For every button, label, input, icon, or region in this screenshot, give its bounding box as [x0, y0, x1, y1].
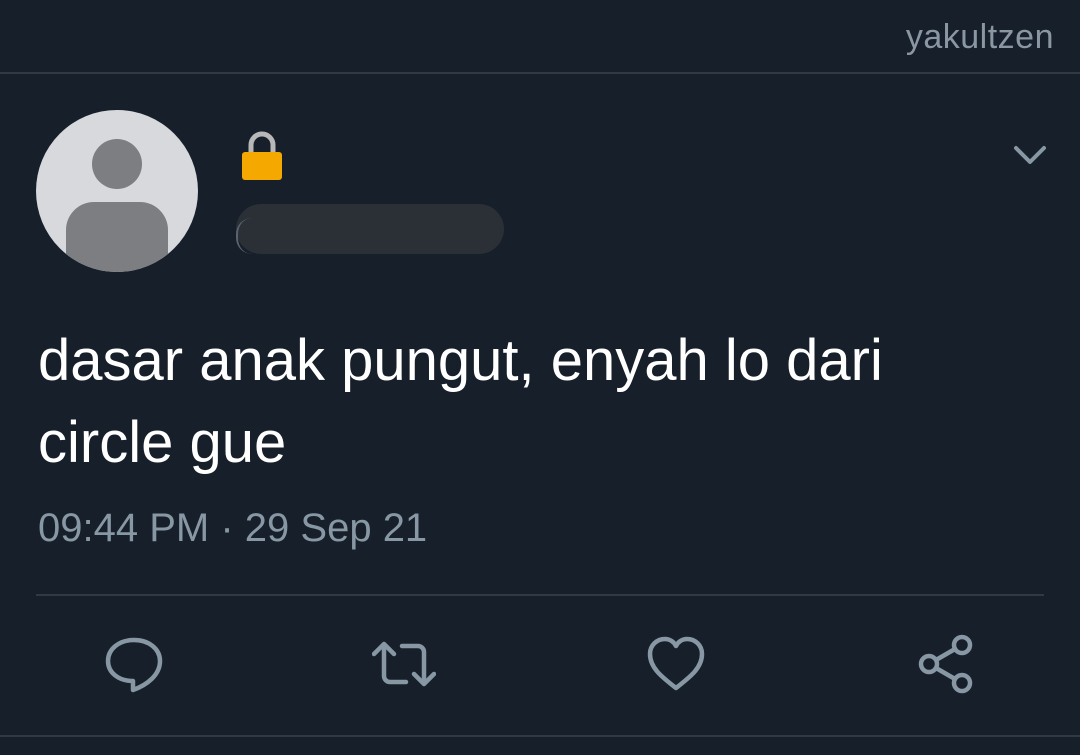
- tweet-text-line-2: circle gue: [38, 410, 287, 475]
- tweet-date: 29 Sep 21: [244, 506, 428, 550]
- chevron-down-icon[interactable]: [1010, 140, 1050, 170]
- bottom-divider: [0, 735, 1080, 737]
- timestamp-separator: ·: [220, 506, 234, 550]
- divider: [36, 594, 1044, 596]
- reply-button[interactable]: [102, 632, 166, 696]
- like-button[interactable]: [644, 632, 708, 696]
- watermark-username: yakultzen: [905, 18, 1054, 56]
- retweet-button[interactable]: [372, 632, 436, 696]
- avatar-head-silhouette: [92, 139, 142, 189]
- heart-icon: [647, 636, 705, 691]
- avatar-body-silhouette: [66, 202, 168, 272]
- share-icon: [918, 634, 973, 694]
- redacted-username: [236, 204, 504, 254]
- tweet-text-line-1: dasar anak pungut, enyah lo dari: [38, 328, 883, 393]
- tweet-timestamp: 09:44 PM · 29 Sep 21: [38, 506, 427, 551]
- share-button[interactable]: [914, 632, 978, 696]
- tweet-text: dasar anak pungut, enyah lo dari circle g…: [38, 320, 1038, 484]
- reply-icon: [105, 637, 163, 693]
- avatar[interactable]: [36, 110, 198, 272]
- top-bar: yakultzen: [0, 0, 1080, 74]
- lock-icon: [240, 130, 284, 182]
- retweet-icon: [372, 641, 436, 687]
- tweet-time: 09:44 PM: [38, 506, 210, 550]
